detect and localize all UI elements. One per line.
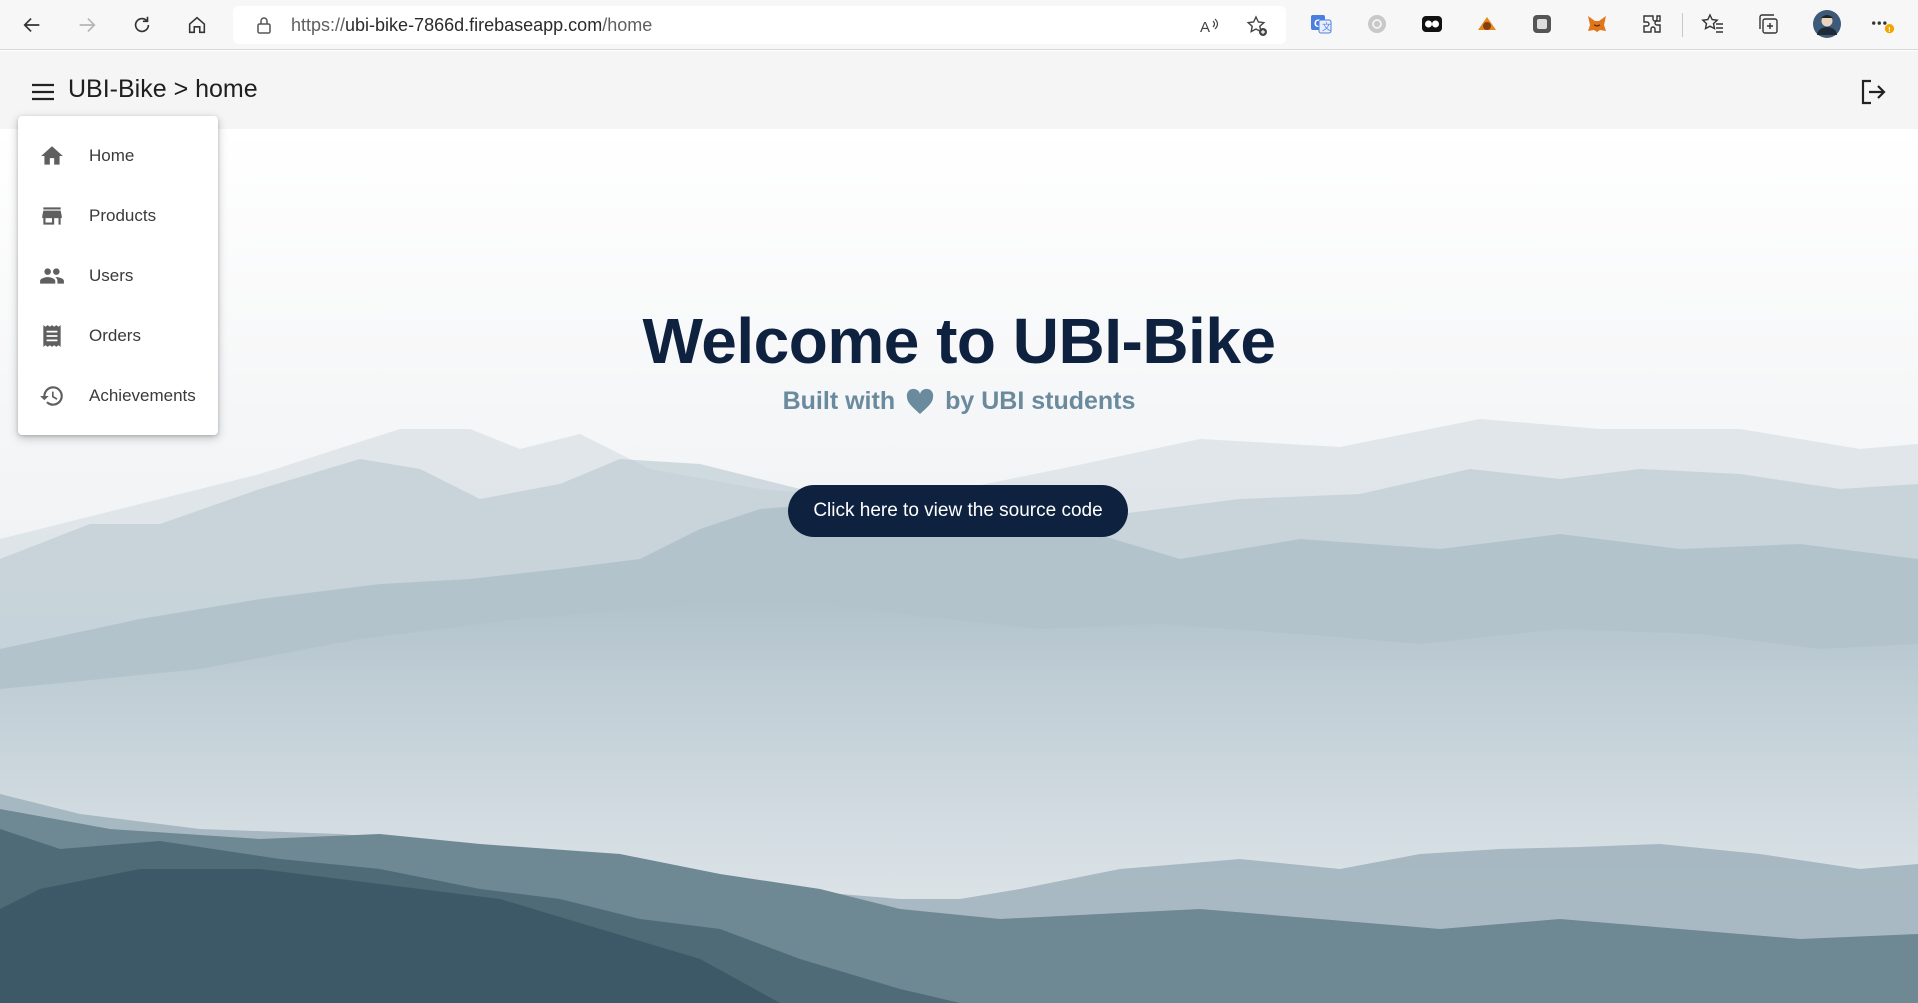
- logout-icon: [1861, 79, 1886, 105]
- refresh-button[interactable]: [125, 8, 159, 42]
- history-icon: [38, 382, 66, 410]
- address-bar[interactable]: https://ubi-bike-7866d.firebaseapp.com/h…: [233, 6, 1286, 44]
- menu-item-label: Users: [89, 266, 134, 285]
- menu-item-products[interactable]: Products: [18, 186, 218, 246]
- url-path: /home: [602, 14, 653, 35]
- url-text[interactable]: https://ubi-bike-7866d.firebaseapp.com/h…: [291, 15, 652, 36]
- svg-text:A: A: [1200, 19, 1210, 36]
- menu-button[interactable]: [26, 76, 60, 108]
- store-icon: [38, 202, 66, 230]
- forward-button[interactable]: [70, 8, 104, 42]
- app-header: UBI-Bike > home: [0, 51, 1918, 129]
- menu-item-label: Orders: [89, 326, 141, 345]
- extension-icon[interactable]: [1474, 11, 1500, 37]
- add-favorite-icon[interactable]: [1245, 14, 1269, 38]
- menu-item-label: Products: [89, 206, 157, 225]
- mountain-background: [0, 129, 1918, 1003]
- hero-section: Welcome to UBI-Bike Built with by UBI st…: [0, 129, 1918, 1003]
- menu-item-achievements[interactable]: Achievements: [18, 366, 218, 426]
- profile-avatar[interactable]: [1812, 9, 1842, 39]
- more-icon[interactable]: !: [1870, 11, 1896, 37]
- menu-item-label: Achievements: [89, 386, 196, 405]
- translate-extension-icon[interactable]: G文: [1308, 11, 1334, 37]
- menu-item-home[interactable]: Home: [18, 126, 218, 186]
- browser-toolbar: https://ubi-bike-7866d.firebaseapp.com/h…: [0, 0, 1918, 50]
- back-button[interactable]: [15, 8, 49, 42]
- home-icon: [188, 16, 206, 34]
- receipt-icon: [38, 322, 66, 350]
- hero-title: Welcome to UBI-Bike: [642, 305, 1277, 377]
- page-title: UBI-Bike > home: [68, 75, 258, 103]
- hero-subtitle: Built with by UBI students: [0, 387, 1918, 416]
- extension-icon[interactable]: [1419, 11, 1445, 37]
- source-code-button[interactable]: Click here to view the source code: [788, 485, 1128, 537]
- logout-button[interactable]: [1856, 75, 1890, 109]
- metamask-icon[interactable]: [1584, 11, 1610, 37]
- refresh-icon: [134, 16, 150, 33]
- hamburger-icon: [32, 83, 54, 101]
- svg-text:文: 文: [1322, 21, 1331, 32]
- url-host: ubi-bike-7866d.firebaseapp.com: [345, 14, 603, 35]
- home-button[interactable]: [180, 8, 214, 42]
- heart-icon: [905, 388, 935, 416]
- people-icon: [38, 262, 66, 290]
- menu-item-orders[interactable]: Orders: [18, 306, 218, 366]
- back-icon: [23, 17, 40, 33]
- forward-icon: [79, 17, 96, 33]
- nav-menu: Home Products Users Orders Achievements: [18, 116, 218, 435]
- extensions-icon[interactable]: [1639, 11, 1665, 37]
- menu-item-label: Home: [89, 146, 135, 165]
- extension-icon[interactable]: [1364, 11, 1390, 37]
- lock-icon[interactable]: [253, 14, 275, 36]
- subtitle-text-after: by UBI students: [945, 387, 1136, 415]
- menu-item-users[interactable]: Users: [18, 246, 218, 306]
- extension-icon[interactable]: [1529, 11, 1555, 37]
- toolbar-separator: [1682, 13, 1683, 37]
- url-prefix: https://: [291, 14, 346, 35]
- svg-text:!: !: [1888, 25, 1890, 34]
- home-icon: [38, 142, 66, 170]
- collections-icon[interactable]: [1755, 11, 1781, 37]
- read-aloud-icon[interactable]: A: [1198, 14, 1222, 38]
- subtitle-text-before: Built with: [782, 387, 896, 415]
- favorites-icon[interactable]: [1700, 11, 1726, 37]
